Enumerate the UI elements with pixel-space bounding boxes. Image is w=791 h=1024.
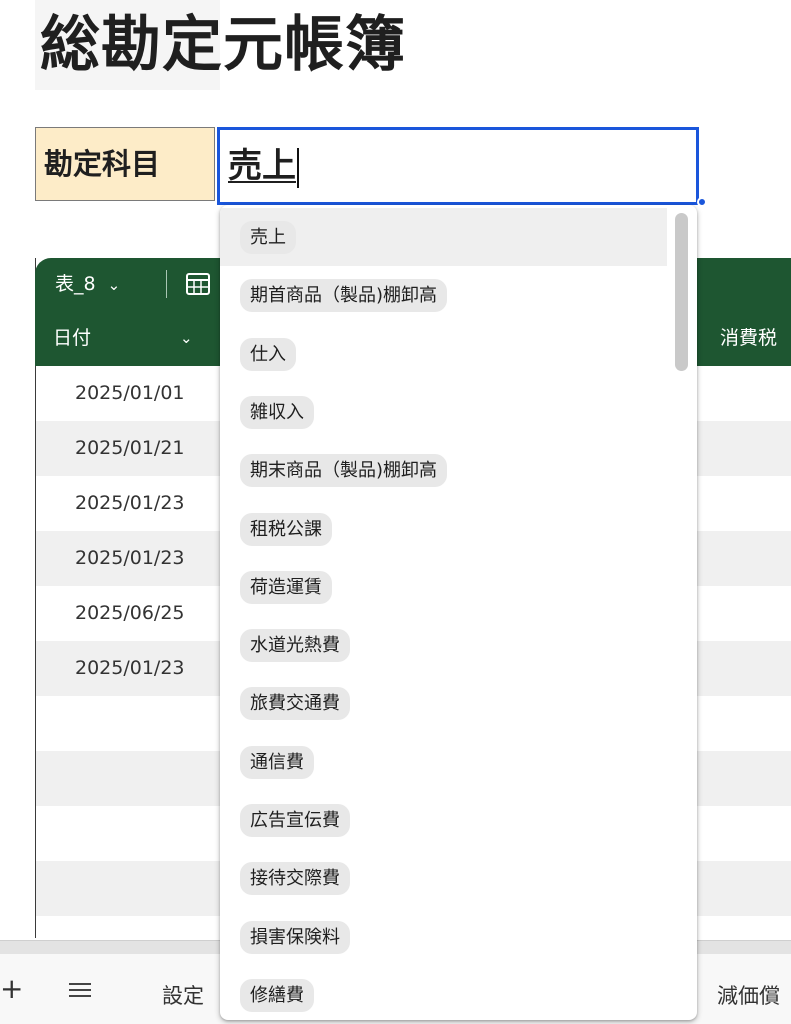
table-name-label: 表_8 xyxy=(55,273,96,295)
dropdown-option[interactable]: 損害保険料 xyxy=(220,908,667,966)
chevron-down-icon: ⌄ xyxy=(107,276,121,294)
date-cell[interactable]: 2025/01/23 xyxy=(75,531,185,586)
option-chip: 広告宣伝費 xyxy=(240,804,350,837)
dropdown-option[interactable]: 修繕費 xyxy=(220,966,667,1020)
date-cell[interactable]: 2025/06/25 xyxy=(75,586,185,641)
table-name-button[interactable]: 表_8 ⌄ xyxy=(55,258,120,310)
option-chip: 雑収入 xyxy=(240,395,314,429)
option-chip: 旅費交通費 xyxy=(240,687,350,721)
date-cell[interactable]: 2025/01/23 xyxy=(75,476,185,531)
chevron-down-icon[interactable]: ⌄ xyxy=(180,310,193,366)
date-cell[interactable]: 2025/01/21 xyxy=(75,421,185,476)
option-chip: 修繕費 xyxy=(240,978,314,1012)
account-label: 勘定科目 xyxy=(35,127,215,201)
option-chip: 接待交際費 xyxy=(240,862,350,896)
dropdown-option[interactable]: 旅費交通費 xyxy=(220,674,667,732)
sheet-title: 総勘定元帳簿 xyxy=(35,0,405,90)
add-sheet-button[interactable]: + xyxy=(0,974,23,1004)
dropdown-option[interactable]: 租税公課 xyxy=(220,500,667,558)
calculator-icon[interactable] xyxy=(185,272,211,296)
dropdown-option[interactable]: 接待交際費 xyxy=(220,849,667,907)
menu-icon[interactable] xyxy=(66,976,94,1004)
account-input-value: 売上 xyxy=(228,146,296,186)
date-cell[interactable]: 2025/01/23 xyxy=(75,641,185,696)
column-header-tax[interactable]: 消費税 xyxy=(720,310,777,366)
divider xyxy=(166,270,167,298)
dropdown-scrollbar[interactable] xyxy=(675,213,688,371)
spreadsheet-page: 総勘定元帳簿 勘定科目 売上 表_8 ⌄ 日付 ⌄ 消費税 2025/01/01 2… xyxy=(0,0,791,1024)
dropdown-option[interactable]: 水道光熱費 xyxy=(220,616,667,674)
dropdown-option[interactable]: 広告宣伝費 xyxy=(220,791,667,849)
option-chip: 仕入 xyxy=(240,337,296,371)
dropdown-option[interactable]: 通信費 xyxy=(220,733,667,791)
option-chip: 期末商品（製品)棚卸高 xyxy=(240,454,448,488)
dropdown-option[interactable]: 雑収入 xyxy=(220,383,667,441)
dropdown-option[interactable]: 売上 xyxy=(220,208,667,266)
option-chip: 期首商品（製品)棚卸高 xyxy=(240,279,448,313)
option-chip: 通信費 xyxy=(240,745,314,779)
account-input[interactable]: 売上 xyxy=(217,127,699,205)
date-cell[interactable]: 2025/01/01 xyxy=(75,366,185,421)
sheet-tab-depreciation[interactable]: 減価償 xyxy=(717,980,780,1010)
option-chip: 水道光熱費 xyxy=(240,629,350,663)
column-header-date[interactable]: 日付 xyxy=(53,310,91,366)
dropdown-option[interactable]: 期首商品（製品)棚卸高 xyxy=(220,266,667,324)
option-chip: 租税公課 xyxy=(240,512,332,546)
option-chip: 荷造運賃 xyxy=(240,570,332,604)
dropdown-option[interactable]: 期末商品（製品)棚卸高 xyxy=(220,441,667,499)
cell-selection-handle[interactable] xyxy=(697,197,707,207)
text-caret xyxy=(297,147,299,188)
dropdown-option[interactable]: 仕入 xyxy=(220,325,667,383)
sheet-tab-settings[interactable]: 設定 xyxy=(162,980,204,1010)
option-chip: 売上 xyxy=(240,221,296,254)
account-dropdown-list: 修繕費 損害保険料 接待交際費 広告宣伝費 通信費 旅費交通費 水道光熱費 荷造運賃 租税公課 期… xyxy=(220,205,697,1020)
option-chip: 損害保険料 xyxy=(240,920,350,954)
dropdown-option[interactable]: 荷造運賃 xyxy=(220,558,667,616)
